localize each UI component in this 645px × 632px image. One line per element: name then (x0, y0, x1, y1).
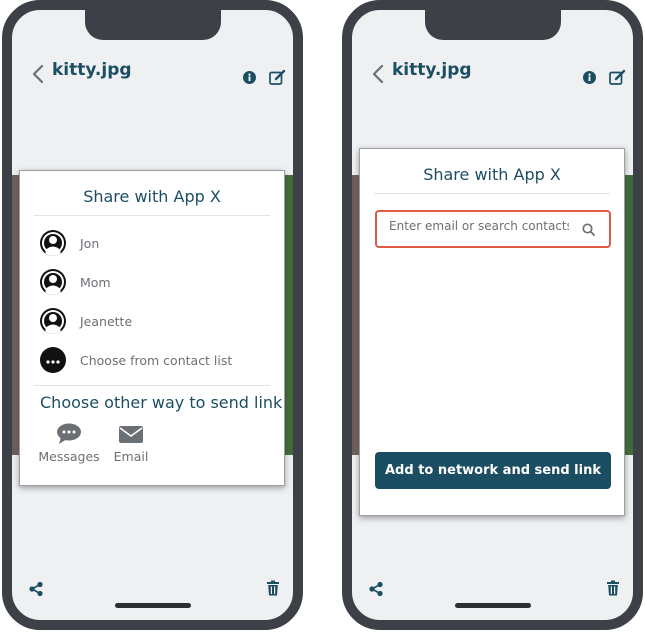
send-option-label: Email (113, 449, 149, 464)
phone-right: kitty.jpg Share with App X Add to networ… (342, 0, 643, 630)
edit-icon[interactable] (269, 69, 286, 86)
trash-icon[interactable] (266, 580, 280, 596)
contact-name: Mom (80, 274, 111, 290)
phone-left: kitty.jpg Share with App X Jon Mom Jeane… (2, 0, 303, 630)
phone-notch (425, 10, 561, 40)
back-chevron-icon[interactable] (366, 61, 392, 87)
contact-item-jon[interactable]: Jon (40, 229, 99, 257)
choose-from-contact-list[interactable]: Choose from contact list (40, 346, 232, 374)
divider (34, 215, 270, 216)
user-avatar-icon (40, 269, 66, 295)
send-via-email[interactable]: Email (108, 423, 154, 464)
share-icon[interactable] (368, 581, 384, 597)
phone-notch (85, 10, 221, 40)
share-dialog: Share with App X Jon Mom Jeanette Choose… (19, 170, 285, 486)
share-icon[interactable] (28, 581, 44, 597)
message-bubble-icon (57, 423, 81, 444)
edit-icon[interactable] (609, 69, 626, 86)
divider (374, 193, 610, 194)
user-avatar-icon (40, 230, 66, 256)
contact-name: Choose from contact list (80, 352, 233, 368)
contact-item-jeanette[interactable]: Jeanette (40, 307, 132, 335)
dialog-title: Share with App X (83, 187, 221, 206)
divider (34, 385, 270, 386)
contact-name: Jeanette (80, 313, 133, 329)
search-icon[interactable] (582, 223, 595, 236)
other-send-heading: Choose other way to send link (40, 393, 283, 412)
more-contacts-icon (40, 347, 66, 373)
home-indicator[interactable] (455, 603, 531, 608)
search-field[interactable] (375, 210, 611, 248)
back-chevron-icon[interactable] (26, 61, 52, 87)
trash-icon[interactable] (606, 580, 620, 596)
search-input[interactable] (389, 219, 569, 233)
home-indicator[interactable] (115, 603, 191, 608)
info-icon[interactable] (243, 71, 256, 84)
page-title: kitty.jpg (52, 60, 132, 80)
send-option-label: Messages (38, 449, 100, 464)
contact-name: Jon (80, 235, 100, 251)
user-avatar-icon (40, 308, 66, 334)
info-icon[interactable] (583, 71, 596, 84)
send-via-messages[interactable]: Messages (36, 423, 102, 464)
share-dialog: Share with App X Add to network and send… (359, 148, 625, 516)
add-to-network-send-link-button[interactable]: Add to network and send link (375, 452, 611, 489)
dialog-title: Share with App X (423, 165, 561, 184)
contact-item-mom[interactable]: Mom (40, 268, 111, 296)
page-title: kitty.jpg (392, 60, 472, 80)
envelope-icon (119, 426, 143, 443)
